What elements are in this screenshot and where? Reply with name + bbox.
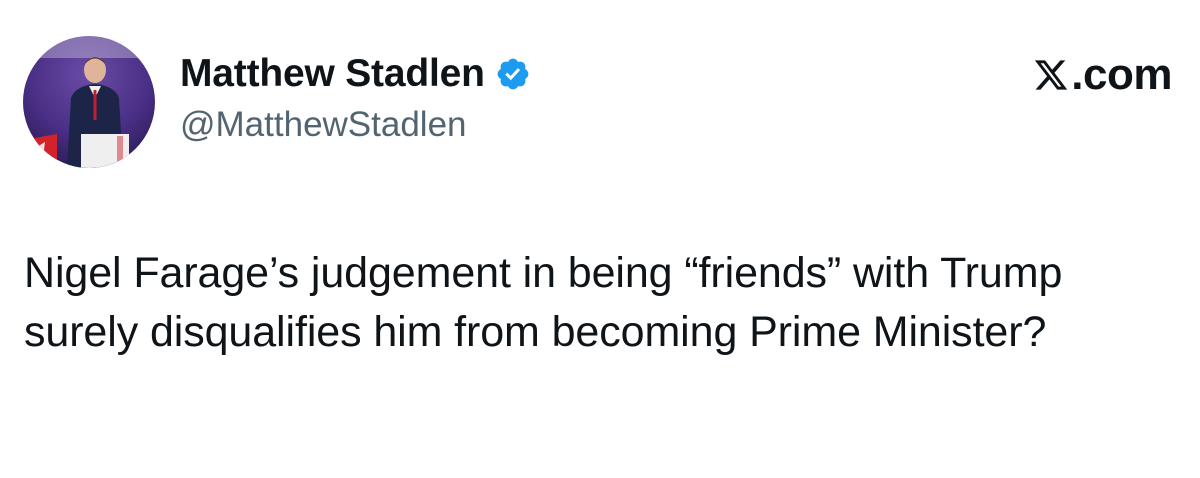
author-name-row: Matthew Stadlen — [180, 51, 531, 97]
brand-domain-text: .com — [1071, 50, 1172, 99]
brand-label[interactable]: .com — [1033, 50, 1172, 99]
x-logo-icon — [1033, 56, 1069, 94]
author-avatar[interactable] — [23, 36, 155, 168]
verified-badge-icon — [495, 56, 531, 92]
avatar-photo — [23, 36, 155, 168]
tweet-body-text: Nigel Farage’s judgement in being “frien… — [24, 249, 1063, 356]
author-handle[interactable]: @MatthewStadlen — [180, 105, 467, 145]
author-display-name[interactable]: Matthew Stadlen — [180, 52, 485, 96]
